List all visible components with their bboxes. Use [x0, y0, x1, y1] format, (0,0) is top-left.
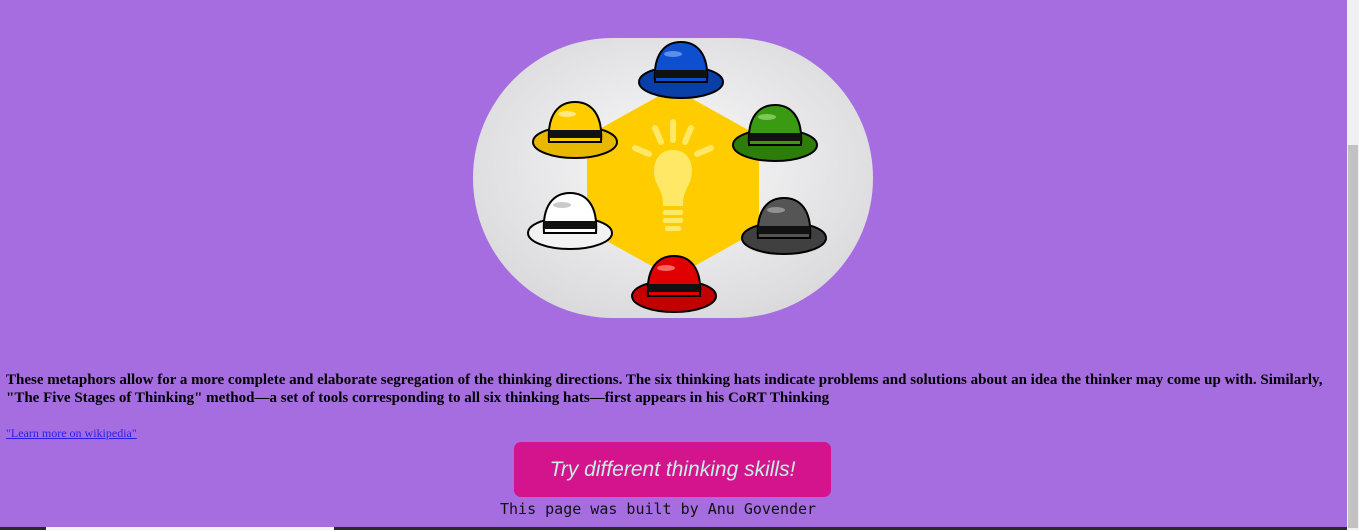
six-hats-illustration [473, 38, 873, 318]
scrollbar-thumb[interactable] [1348, 145, 1358, 528]
try-thinking-skills-button[interactable]: Try different thinking skills! [514, 442, 831, 497]
wikipedia-link[interactable]: "Learn more on wikipedia" [6, 426, 137, 440]
six-hats-image [473, 38, 873, 318]
description-text: These metaphors allow for a more complet… [6, 372, 1323, 406]
page: These metaphors allow for a more complet… [0, 0, 1359, 530]
vertical-scrollbar[interactable] [1347, 0, 1359, 530]
footer-credit: This page was built by Anu Govender [500, 500, 817, 518]
